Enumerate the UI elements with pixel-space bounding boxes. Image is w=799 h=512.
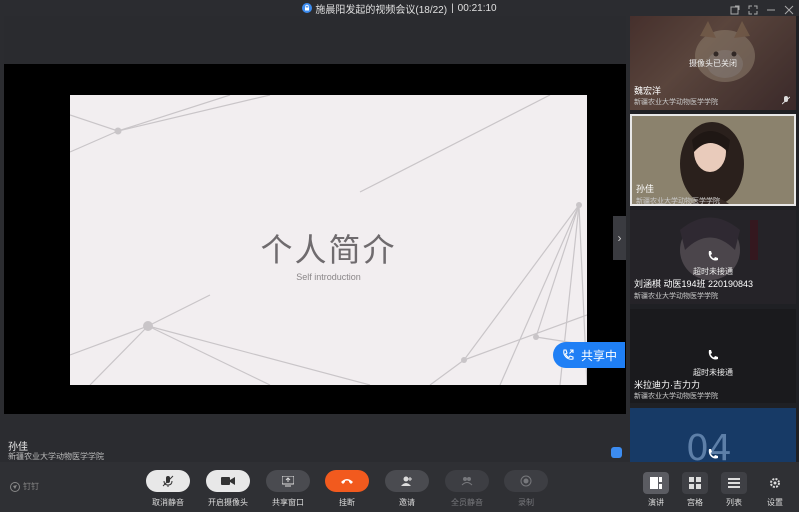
slide-title: 个人简介	[260, 231, 397, 269]
person-avatar-image	[632, 116, 794, 204]
chat-icon[interactable]	[611, 447, 622, 458]
popout-icon[interactable]	[730, 2, 742, 15]
lock-icon	[302, 3, 313, 13]
meeting-timer: 00:21:10	[457, 2, 497, 14]
hangup-button[interactable]	[325, 470, 369, 492]
list-view-button[interactable]	[721, 472, 747, 494]
share-window-button[interactable]	[266, 470, 310, 492]
record-label: 录制	[518, 498, 534, 507]
settings-label: 设置	[767, 498, 783, 507]
speaker-view-button[interactable]	[643, 472, 669, 494]
participant-org: 新疆农业大学动物医学学院	[634, 99, 718, 106]
chevron-right-icon: ›	[617, 231, 622, 245]
list-view-icon	[728, 478, 740, 488]
participant-tile[interactable]: 摄像头已关闭 魏宏洋 新疆农业大学动物医学学院	[630, 16, 796, 110]
speaker-view-icon	[650, 477, 662, 489]
share-window-label: 共享窗口	[272, 498, 304, 507]
window-controls	[730, 2, 796, 15]
gear-icon	[770, 478, 780, 488]
phone-icon	[708, 251, 718, 261]
participant-name: 刘涵棋 动医194班 220190843	[634, 279, 754, 289]
participant-name: 米拉迪力·吉力力	[634, 380, 700, 390]
settings-button[interactable]	[769, 476, 781, 494]
hangup-label: 挂断	[339, 498, 355, 507]
mic-muted-icon	[162, 475, 174, 487]
grid-view-button[interactable]	[682, 472, 708, 494]
camera-label: 开启摄像头	[208, 498, 248, 507]
share-screen-icon	[282, 475, 294, 486]
phone-icon	[708, 449, 718, 459]
participant-org: 新疆农业大学动物医学学院	[634, 393, 718, 400]
phone-icon	[708, 350, 718, 360]
minimize-icon[interactable]	[766, 2, 778, 14]
participant-org: 新疆农业大学动物医学学院	[636, 198, 720, 205]
record-icon	[520, 475, 532, 487]
speaker-org: 新疆农业大学动物医学学院	[8, 452, 104, 461]
invite-button[interactable]	[385, 470, 429, 492]
participant-name: 魏宏洋	[634, 86, 662, 96]
bottom-toolbar: 钉钉 取消静音 开启摄像头 共享窗口 挂断 邀请 全员静音 录制 演讲 宫格 列…	[0, 462, 799, 512]
participant-tile-active[interactable]: 孙佳 新疆农业大学动物医学学院	[630, 114, 796, 206]
main-stage[interactable]: 个人简介 Self introduction ›	[4, 16, 626, 414]
participant-tile[interactable]: 04	[630, 408, 796, 462]
mute-all-button[interactable]	[445, 470, 489, 492]
presentation-slide: 个人简介 Self introduction	[70, 95, 587, 385]
call-status: 超时未接通	[693, 368, 733, 377]
camera-icon	[221, 477, 235, 485]
participant-name: 孙佳	[636, 184, 655, 194]
participant-tile[interactable]: 超时未接通 刘涵棋 动医194班 220190843 新疆农业大学动物医学学院	[630, 210, 796, 304]
add-user-icon	[401, 476, 412, 486]
unmute-button[interactable]	[146, 470, 190, 492]
camera-off-status: 摄像头已关闭	[689, 59, 737, 68]
fullscreen-icon[interactable]	[748, 2, 760, 15]
unmute-label: 取消静音	[152, 498, 184, 507]
record-button[interactable]	[504, 470, 548, 492]
slide-subtitle: Self introduction	[296, 272, 361, 282]
sharing-badge[interactable]: 共享中	[553, 342, 625, 368]
camera-button[interactable]	[206, 470, 250, 492]
meeting-title: 施晨阳发起的视频会议(18/22)	[315, 4, 448, 16]
participant-org: 新疆农业大学动物医学学院	[634, 293, 718, 300]
title-separator: |	[451, 2, 454, 14]
participant-panel[interactable]: ︿ 摄像头已关闭 魏宏洋 新疆农业大学动物医学学院 孙佳 新疆农业大学动物医学学…	[630, 16, 799, 462]
invite-label: 邀请	[399, 498, 415, 507]
title-bar: 施晨阳发起的视频会议(18/22) | 00:21:10	[0, 0, 799, 16]
mute-all-icon	[461, 477, 473, 486]
dingtalk-brand: 钉钉	[10, 481, 39, 492]
phone-share-icon	[563, 349, 574, 360]
brand-label: 钉钉	[23, 482, 39, 491]
sharing-label: 共享中	[581, 348, 618, 363]
mic-muted-icon	[782, 96, 790, 105]
close-icon[interactable]	[784, 2, 796, 15]
call-status: 超时未接通	[693, 267, 733, 276]
participant-tile[interactable]: 超时未接通 米拉迪力·吉力力 新疆农业大学动物医学学院	[630, 309, 796, 403]
dingtalk-logo-icon	[10, 481, 20, 492]
mute-all-label: 全员静音	[451, 498, 483, 507]
grid-view-icon	[689, 477, 701, 489]
hangup-icon	[341, 479, 353, 484]
next-page-arrow[interactable]: ›	[613, 216, 626, 260]
